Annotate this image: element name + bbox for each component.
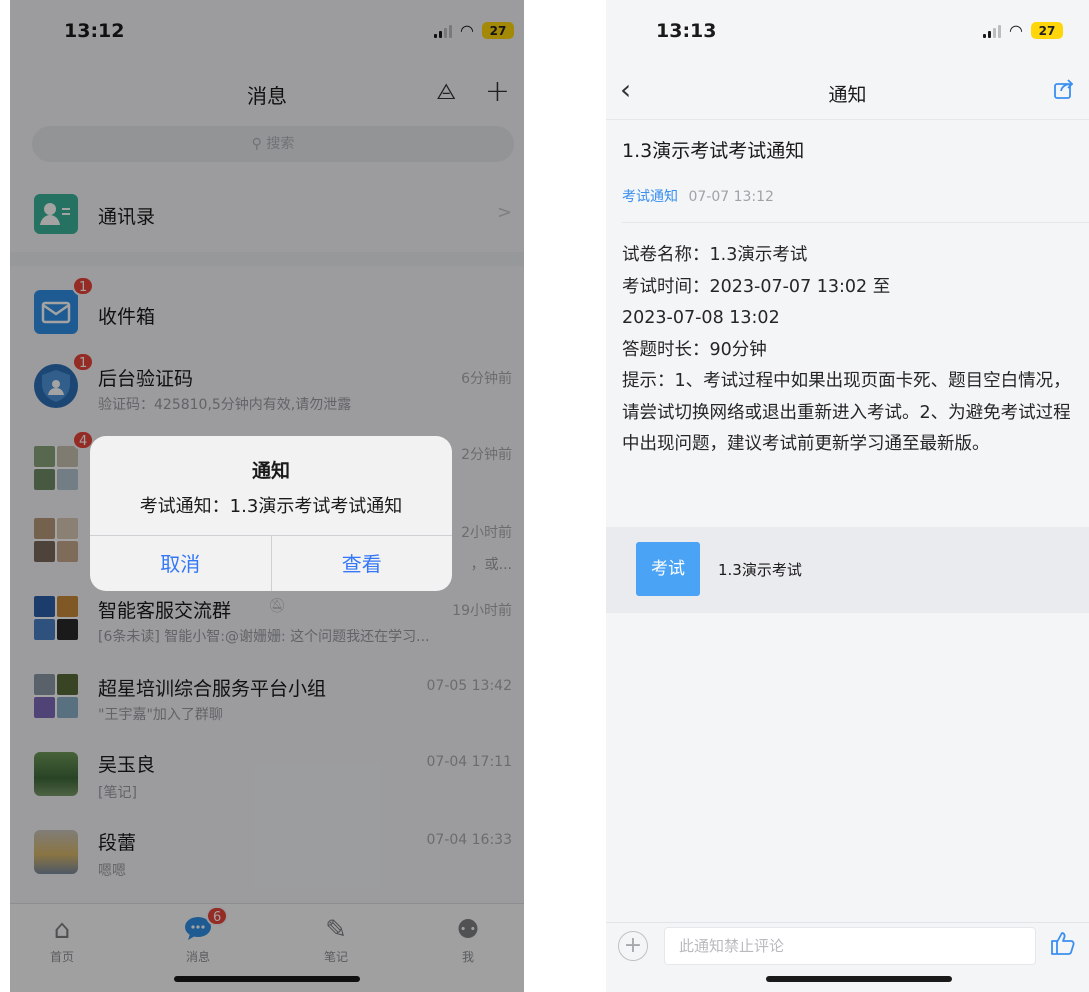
- page-title: 通知: [828, 84, 867, 106]
- exam-tips: 提示：1、考试过程中如果出现页面卡死、题目空白情况，请尝试切换网络或退出重新进入…: [622, 371, 1071, 454]
- notice-category-link[interactable]: 考试通知: [622, 189, 678, 205]
- notification-dialog: 通知 考试通知：1.3演示考试考试通知 取消 查看: [90, 436, 452, 591]
- exam-name: 1.3演示考试: [718, 561, 802, 579]
- paper-name: 试卷名称：1.3演示考试: [622, 245, 808, 265]
- notice-detail-screen: 13:13 ◠ 27 ‹ 通知 1.3演示考试考试通知 考试通知 07-07 1…: [606, 0, 1089, 992]
- notice-title: 1.3演示考试考试通知: [622, 140, 805, 162]
- cancel-button[interactable]: 取消: [90, 536, 271, 591]
- answer-duration: 答题时长：90分钟: [622, 339, 767, 360]
- comment-input[interactable]: 此通知禁止评论: [664, 927, 1036, 965]
- signal-icon: [983, 24, 1002, 38]
- nav-header: ‹ 通知: [606, 60, 1089, 120]
- battery-icon: 27: [1031, 22, 1063, 39]
- home-indicator: [766, 976, 952, 982]
- message-list-screen: 13:12 ◠ 27 消息 ⨺ + ⚲ 搜索 通讯录 > 1 收件箱 1 后台验…: [10, 0, 524, 992]
- dialog-title: 通知: [251, 460, 290, 482]
- exam-time: 考试时间：2023-07-07 13:02 至: [622, 276, 891, 297]
- thumbs-up-icon[interactable]: [1049, 929, 1077, 957]
- add-icon[interactable]: +: [618, 931, 648, 961]
- notice-time: 07-07 13:12: [688, 189, 774, 205]
- exam-time-end: 2023-07-08 13:02: [622, 308, 780, 328]
- notice-body: 试卷名称：1.3演示考试 考试时间：2023-07-07 13:02 至 202…: [622, 240, 1081, 461]
- status-bar: 13:13 ◠ 27: [606, 0, 1089, 60]
- exam-tag: 考试: [636, 542, 700, 596]
- share-icon[interactable]: [1053, 78, 1075, 100]
- dialog-message: 考试通知：1.3演示考试考试通知: [139, 496, 403, 517]
- exam-attachment-card[interactable]: 考试 1.3演示考试: [606, 527, 1089, 613]
- view-button[interactable]: 查看: [270, 536, 453, 591]
- status-time: 13:13: [656, 20, 717, 42]
- wifi-icon: ◠: [1009, 20, 1023, 40]
- divider: [622, 222, 1089, 223]
